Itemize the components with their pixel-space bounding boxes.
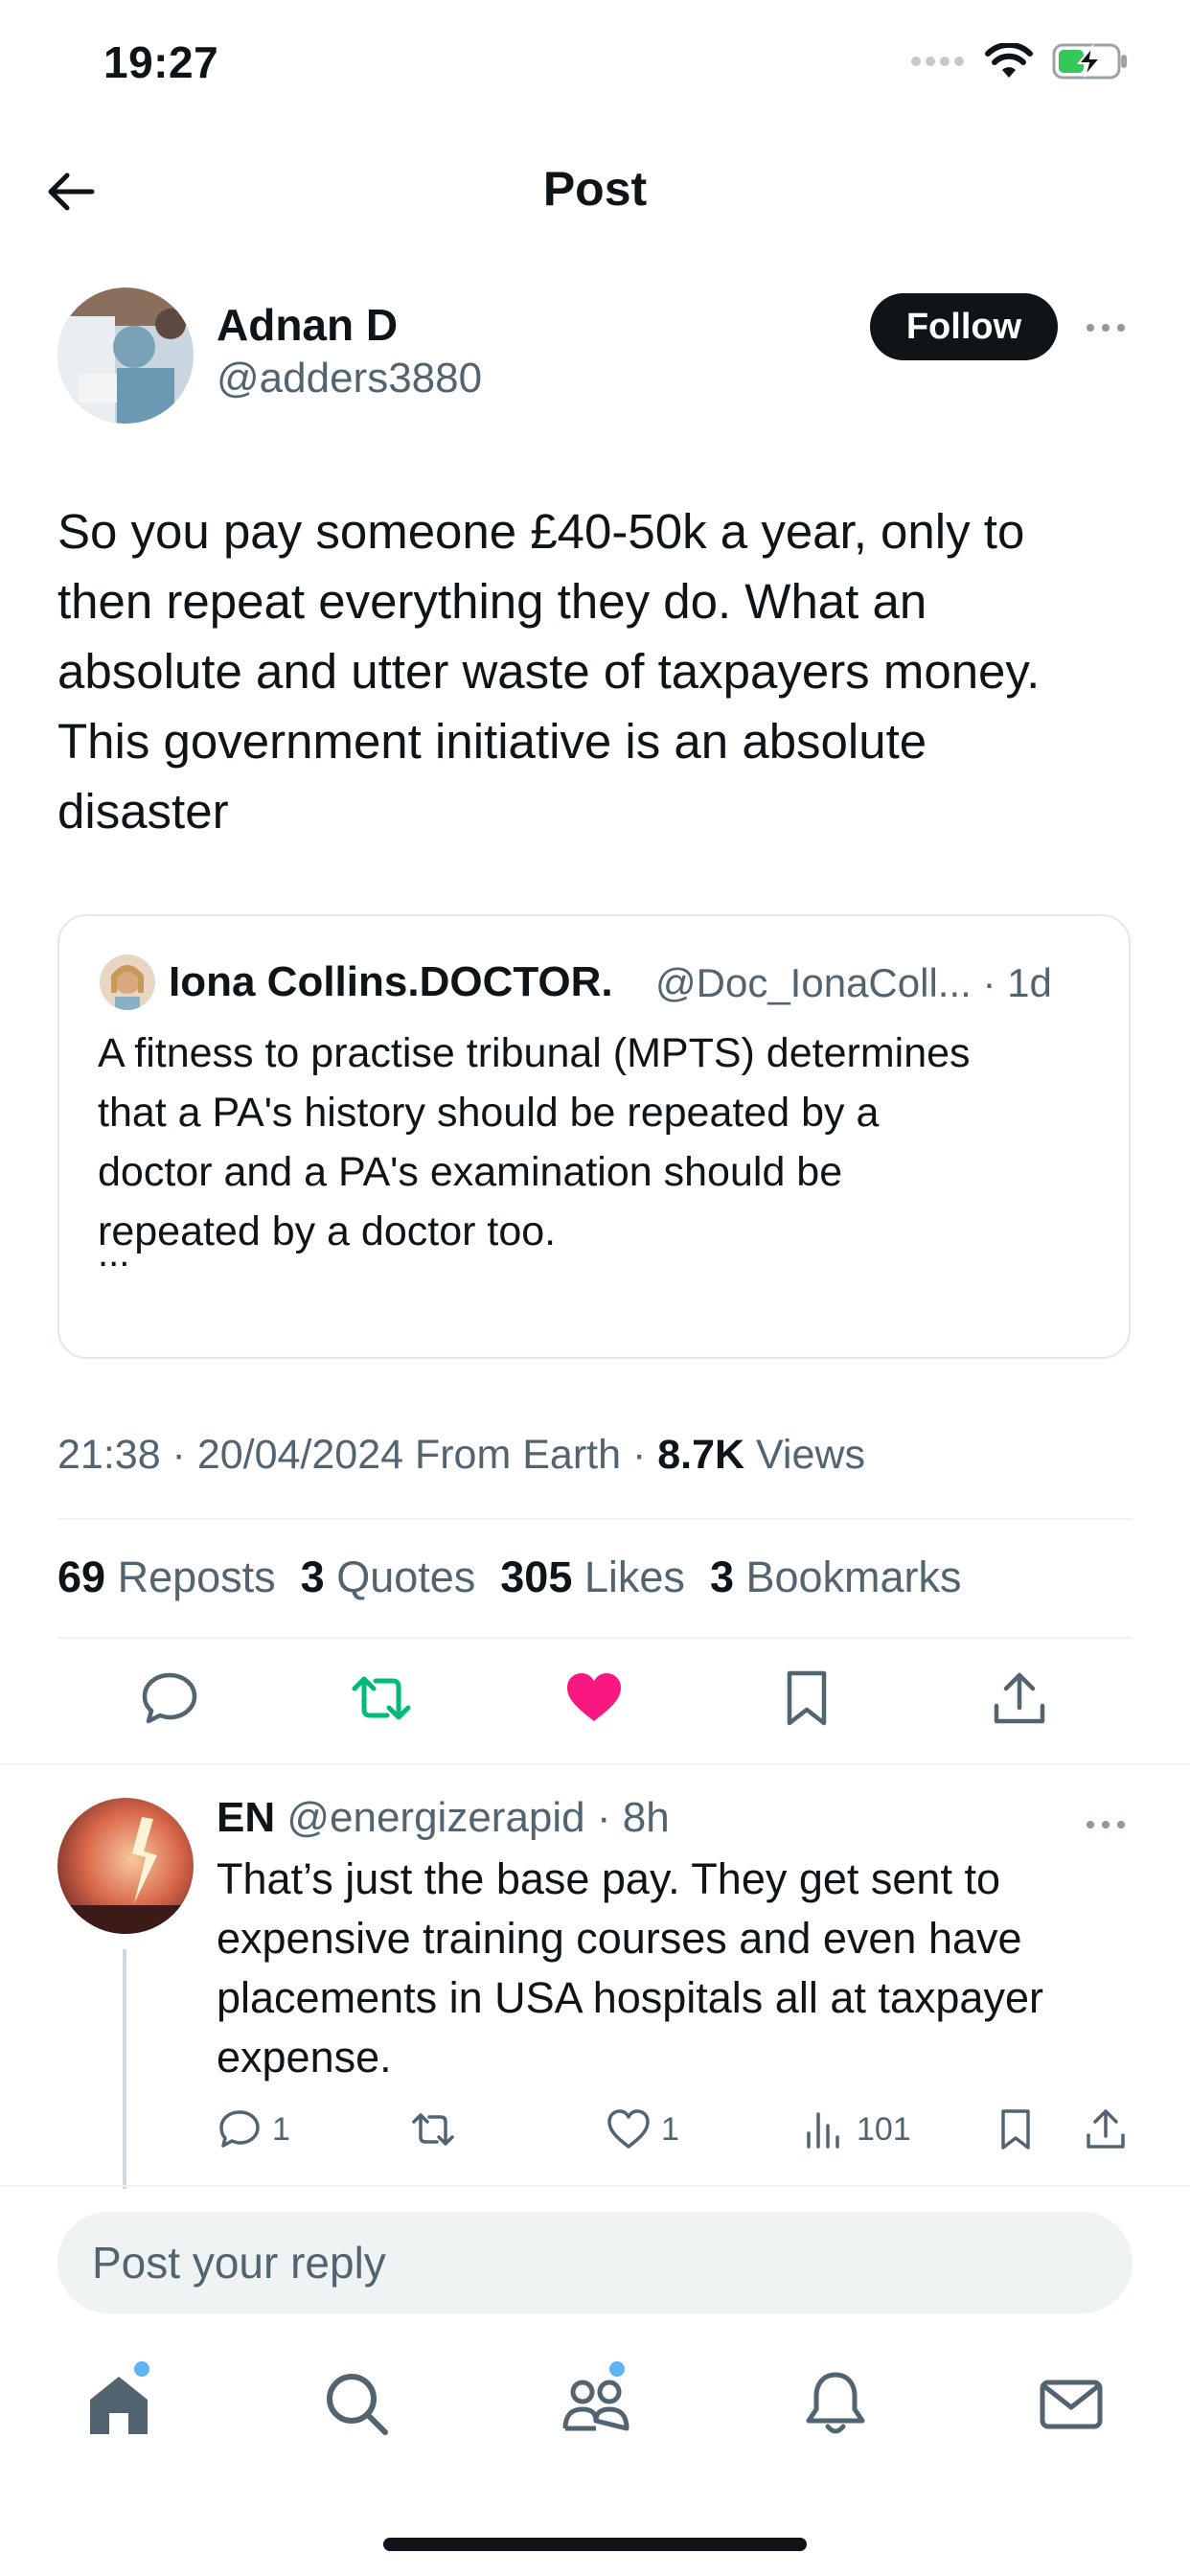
reply-input[interactable]: Post your reply	[57, 2212, 1133, 2313]
signal-dots-icon	[911, 57, 964, 66]
status-icons	[910, 42, 1129, 80]
reply-like-action[interactable]: 1	[606, 2106, 679, 2152]
quotes-stat[interactable]: 3 Quotes	[301, 1552, 476, 1601]
bookmark-icon	[1001, 2109, 1030, 2150]
author-name[interactable]: Adnan D	[217, 299, 398, 351]
divider	[57, 1518, 1133, 1520]
reply-text: That’s just the base pay. They get sent …	[217, 1854, 1043, 2082]
post-stats: 69 Reposts 3 Quotes 305 Likes 3 Bookmarks	[57, 1552, 962, 1602]
like-icon	[607, 2109, 650, 2149]
repost-icon	[412, 2113, 454, 2146]
share-icon[interactable]	[989, 1668, 1050, 1729]
communities-icon[interactable]	[558, 2365, 634, 2442]
post-text: So you pay someone £40-50k a year, only …	[57, 504, 1041, 839]
home-badge-dot	[134, 2361, 149, 2377]
share-icon	[1087, 2109, 1125, 2149]
likes-stat[interactable]: 305 Likes	[500, 1552, 685, 1601]
reply-views-count: 101	[857, 2110, 911, 2148]
reply-icon	[219, 2110, 260, 2148]
reply-icon[interactable]	[139, 1668, 200, 1729]
reply-author-name[interactable]: EN	[217, 1794, 275, 1841]
reply-reply-action[interactable]: 1	[217, 2106, 290, 2152]
views-count: 8.7K	[657, 1432, 745, 1478]
reposts-stat[interactable]: 69 Reposts	[57, 1552, 276, 1601]
author-avatar[interactable]	[57, 288, 194, 424]
bookmark-icon[interactable]	[776, 1668, 837, 1729]
reply-author-avatar[interactable]	[57, 1798, 194, 1934]
battery-charging-icon	[1052, 43, 1127, 80]
quote-text: A fitness to practise tribunal (MPTS) de…	[98, 1030, 971, 1254]
reply-like-count: 1	[661, 2110, 679, 2148]
home-indicator	[383, 2538, 807, 2551]
author-handle[interactable]: @adders3880	[217, 355, 482, 402]
like-icon[interactable]	[563, 1668, 625, 1729]
communities-badge-dot	[609, 2361, 625, 2377]
reply-views-action[interactable]: 101	[801, 2106, 911, 2152]
home-icon[interactable]	[80, 2365, 157, 2442]
reply-handle[interactable]: @energizerapid · 8h	[275, 1794, 669, 1841]
reply-repost-action[interactable]	[410, 2106, 456, 2152]
quote-author-name: Iona Collins.DOCTOR.	[169, 958, 613, 1005]
quote-author-handle: @Doc_IonaColl... · 1d	[655, 960, 1052, 1005]
more-icon[interactable]	[1083, 305, 1129, 351]
reply-header: EN @energizerapid · 8h	[217, 1794, 670, 1842]
reply-reply-count: 1	[272, 2110, 290, 2148]
reply-input-placeholder: Post your reply	[92, 2238, 386, 2288]
bookmarks-stat[interactable]: 3 Bookmarks	[710, 1552, 962, 1601]
post-meta: 21:38 · 20/04/2024 From Earth · 8.7K Vie…	[57, 1432, 865, 1478]
reply-share-action[interactable]	[1083, 2106, 1129, 2152]
divider	[0, 2185, 1190, 2187]
reply-more-icon[interactable]	[1083, 1802, 1129, 1848]
wifi-icon	[985, 43, 1033, 78]
repost-icon[interactable]	[351, 1668, 412, 1729]
divider	[57, 1637, 1133, 1639]
quote-ellipsis: ...	[98, 1232, 130, 1275]
reply-bookmark-action[interactable]	[993, 2106, 1039, 2152]
messages-icon[interactable]	[1033, 2365, 1110, 2442]
views-icon	[807, 2112, 839, 2149]
status-time: 19:27	[103, 37, 219, 87]
quote-author-avatar	[100, 954, 155, 1010]
page-title: Post	[542, 162, 648, 216]
thread-line	[123, 1949, 126, 2189]
search-icon[interactable]	[318, 2365, 395, 2442]
quoted-post-card[interactable]: Iona Collins.DOCTOR. @Doc_IonaColl... · …	[57, 914, 1131, 1359]
notifications-icon[interactable]	[797, 2365, 874, 2442]
follow-button[interactable]: Follow	[870, 293, 1058, 360]
divider	[0, 1763, 1190, 1765]
